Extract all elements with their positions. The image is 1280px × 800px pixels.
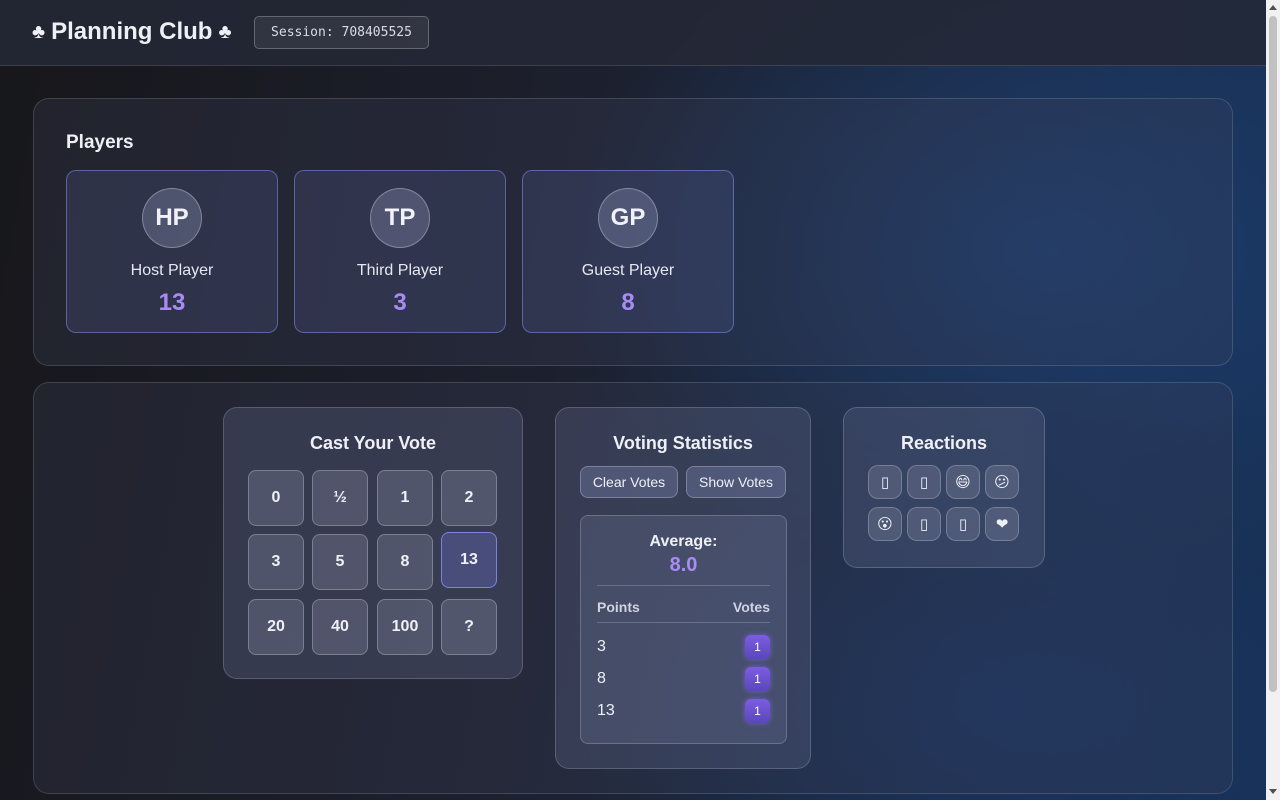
player-name: Host Player (130, 262, 214, 279)
vote-card-8[interactable]: 8 (377, 534, 433, 590)
confused-face-icon[interactable]: 😕 (985, 465, 1019, 499)
show-votes-button[interactable]: Show Votes (686, 466, 786, 498)
app-title: ♣ Planning Club ♣ (32, 18, 232, 46)
scrollbar-thumb[interactable] (1269, 16, 1277, 692)
divider (597, 622, 770, 623)
stats-row-points: 8 (597, 670, 606, 687)
stats-summary: Average: 8.0 Points Votes 3 1 8 1 13 1 (580, 515, 787, 744)
missing-emoji-icon[interactable]: ▯ (868, 465, 902, 499)
avatar: TP (370, 188, 430, 248)
session-badge[interactable]: Session: 708405525 (254, 16, 429, 49)
vote-card-half[interactable]: ½ (312, 470, 368, 526)
stats-panel-title: Voting Statistics (613, 433, 753, 453)
player-vote: 3 (393, 289, 407, 316)
divider (597, 585, 770, 586)
vote-panel: Cast Your Vote 0 ½ 1 2 3 5 8 13 20 40 10… (223, 407, 523, 679)
scroll-up-icon[interactable] (1269, 5, 1277, 10)
page-scrollbar[interactable] (1266, 0, 1280, 800)
stats-panel: Voting Statistics Clear Votes Show Votes… (555, 407, 811, 769)
vote-card-1[interactable]: 1 (377, 470, 433, 526)
player-vote: 8 (621, 289, 635, 316)
stats-row-points: 13 (597, 702, 615, 719)
player-name: Guest Player (581, 262, 675, 279)
club-suit-icon: ♣ (32, 20, 46, 43)
club-suit-icon: ♣ (218, 20, 232, 43)
vote-card-100[interactable]: 100 (377, 599, 433, 655)
missing-emoji-icon[interactable]: ▯ (907, 507, 941, 541)
average-label: Average: (649, 533, 718, 550)
app-header: ♣ Planning Club ♣ Session: 708405525 (0, 0, 1266, 66)
avatar: GP (598, 188, 658, 248)
points-column-header: Points (597, 599, 640, 615)
missing-emoji-icon[interactable]: ▯ (946, 507, 980, 541)
player-card: GP Guest Player 8 (522, 170, 734, 333)
average-value: 8.0 (669, 554, 698, 576)
player-vote: 13 (158, 289, 186, 316)
reactions-panel: Reactions ▯ ▯ 😄 😕 😮 ▯ ▯ ❤ (843, 407, 1045, 568)
vote-count-badge: 1 (745, 635, 770, 659)
avatar: HP (142, 188, 202, 248)
player-card: HP Host Player 13 (66, 170, 278, 333)
app-title-text: Planning Club (51, 18, 213, 45)
reactions-panel-title: Reactions (900, 433, 988, 453)
player-name: Third Player (356, 262, 444, 279)
vote-card-0[interactable]: 0 (248, 470, 304, 526)
stats-row-points: 3 (597, 638, 606, 655)
vote-card-20[interactable]: 20 (248, 599, 304, 655)
vote-count-badge: 1 (745, 667, 770, 691)
vote-card-13[interactable]: 13 (441, 532, 497, 588)
surprised-face-icon[interactable]: 😮 (868, 507, 902, 541)
players-panel: Players HP Host Player 13 TP Third Playe… (33, 98, 1233, 366)
vote-count-badge: 1 (745, 699, 770, 723)
votes-column-header: Votes (732, 599, 770, 615)
heart-icon[interactable]: ❤ (985, 507, 1019, 541)
vote-panel-title: Cast Your Vote (309, 433, 437, 453)
game-panel: Cast Your Vote 0 ½ 1 2 3 5 8 13 20 40 10… (33, 382, 1233, 794)
clear-votes-button[interactable]: Clear Votes (580, 466, 678, 498)
grinning-face-icon[interactable]: 😄 (946, 465, 980, 499)
vote-card-question[interactable]: ? (441, 599, 497, 655)
vote-card-40[interactable]: 40 (312, 599, 368, 655)
scroll-down-icon[interactable] (1269, 789, 1277, 794)
vote-card-2[interactable]: 2 (441, 470, 497, 526)
vote-card-3[interactable]: 3 (248, 534, 304, 590)
players-heading: Players (66, 132, 134, 153)
player-card: TP Third Player 3 (294, 170, 506, 333)
missing-emoji-icon[interactable]: ▯ (907, 465, 941, 499)
vote-card-5[interactable]: 5 (312, 534, 368, 590)
